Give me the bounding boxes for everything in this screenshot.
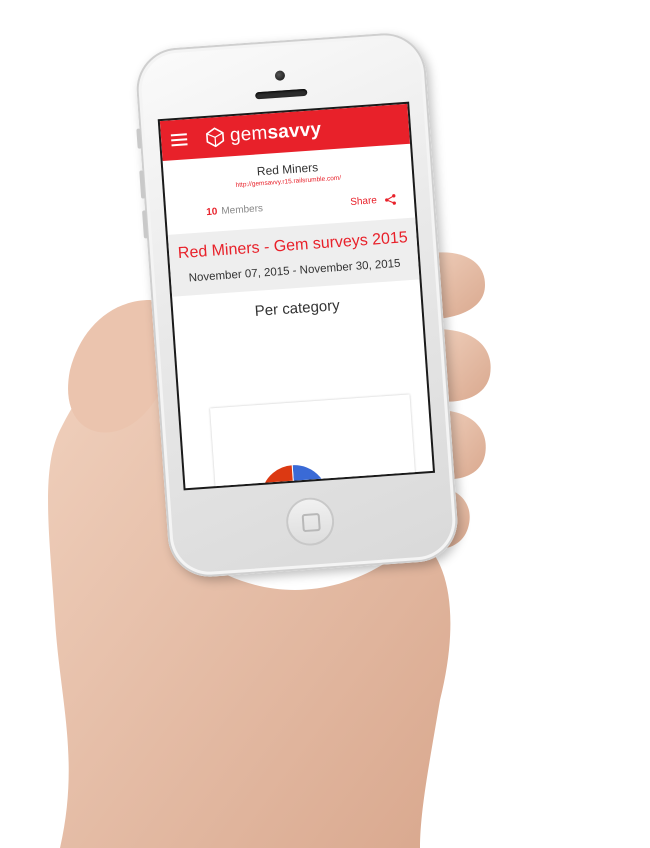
members-number: 10 xyxy=(205,206,218,219)
hamburger-icon[interactable] xyxy=(170,133,188,147)
pie-chart-card: 60%40%jbuil...rabl xyxy=(209,394,418,489)
phone-device: gem savvy Red Miners http://gemsavvy.r15.… xyxy=(133,30,461,580)
group-meta-row: 10 Members Share xyxy=(206,194,396,218)
survey-summary: Red Miners - Gem surveys 2015 November 0… xyxy=(167,217,420,297)
logo-text-gem: gem xyxy=(229,122,269,147)
pie-chart: 60%40%jbuil...rabl xyxy=(260,464,367,489)
gem-icon xyxy=(206,127,225,148)
share-label: Share xyxy=(349,195,378,209)
members-count[interactable]: 10 Members xyxy=(206,203,263,218)
logo-text-savvy: savvy xyxy=(266,118,322,144)
share-button[interactable]: Share xyxy=(350,194,396,208)
section-title: Per category xyxy=(254,297,341,320)
share-icon xyxy=(385,194,396,205)
phone-screen: gem savvy Red Miners http://gemsavvy.r15.… xyxy=(159,103,433,489)
app-logo[interactable]: gem savvy xyxy=(204,119,322,149)
members-label: Members xyxy=(221,203,264,218)
home-square-icon xyxy=(301,512,321,533)
